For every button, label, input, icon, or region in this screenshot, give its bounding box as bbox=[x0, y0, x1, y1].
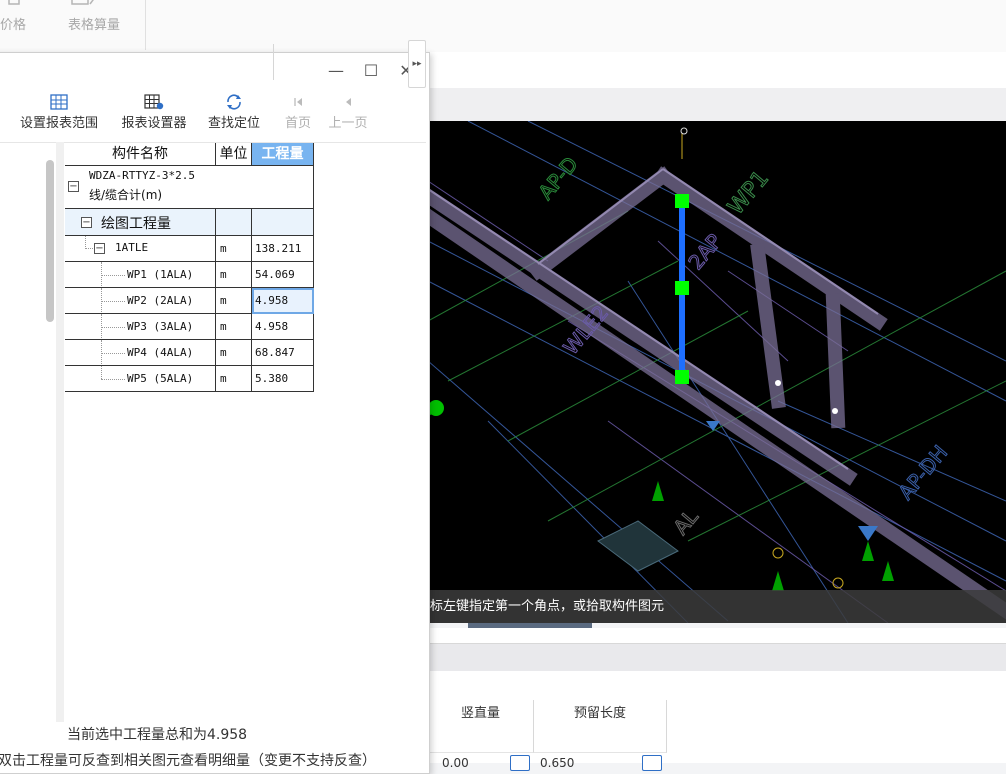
vertical-value[interactable]: 0.00 bbox=[442, 756, 469, 770]
reserved-length-value[interactable]: 0.650 bbox=[540, 756, 574, 770]
subgroup-label: 绘图工程量 bbox=[101, 216, 171, 232]
svg-text:WP1: WP1 bbox=[723, 166, 774, 220]
double-click-tip: 双击工程量可反查到相关图元查看明细量（变更不支持反查） bbox=[0, 753, 376, 769]
grid-settings-icon bbox=[144, 94, 164, 110]
col-header-reserved-length: 预留长度 bbox=[534, 700, 667, 729]
collapse-icon[interactable]: − bbox=[68, 181, 79, 192]
prev-page-label: 上一页 bbox=[328, 116, 368, 131]
col-header-vertical: 竖直量 bbox=[428, 700, 534, 729]
row-name: WP5 (5ALA) bbox=[127, 372, 194, 385]
reserved-length-edit-button[interactable] bbox=[642, 755, 662, 771]
parent-unit: m bbox=[216, 236, 252, 262]
report-settings-button[interactable]: 报表设置器 bbox=[114, 90, 194, 140]
ribbon-table-calc-button[interactable]: 表格算量 bbox=[60, 0, 128, 50]
toolbar-separator bbox=[273, 44, 274, 80]
svg-text:AL: AL bbox=[668, 504, 703, 539]
row-name: WP3 (3ALA) bbox=[127, 320, 194, 333]
row-value[interactable]: 5.380 bbox=[252, 366, 314, 392]
collapse-icon[interactable]: − bbox=[81, 217, 92, 228]
grip-middle[interactable] bbox=[675, 281, 689, 295]
first-page-button[interactable]: 首页 bbox=[280, 90, 316, 140]
viewport-footer bbox=[428, 628, 1006, 643]
subgroup-unit-cell bbox=[216, 209, 252, 236]
ribbon-separator bbox=[145, 0, 146, 50]
row-unit: m bbox=[216, 314, 252, 340]
header-unit: 单位 bbox=[216, 143, 252, 166]
table-row[interactable]: WP3 (3ALA) bbox=[65, 314, 216, 340]
maximize-button[interactable]: ☐ bbox=[361, 63, 381, 79]
row-unit: m bbox=[216, 340, 252, 366]
first-page-icon bbox=[294, 98, 302, 106]
table-row[interactable]: WP2 (2ALA) bbox=[65, 288, 216, 314]
cad-viewport[interactable]: WP1 2AP AP-D WLE2 AP-DH AL bbox=[428, 121, 1006, 623]
grip-bottom[interactable] bbox=[675, 370, 689, 384]
refresh-locate-icon bbox=[227, 94, 241, 110]
subgroup-value-cell bbox=[252, 209, 314, 236]
row-name: WP1 (1ALA) bbox=[127, 268, 194, 281]
set-report-range-button[interactable]: 设置报表范围 bbox=[12, 90, 106, 140]
parent-value[interactable]: 138.211 bbox=[252, 236, 314, 262]
set-report-range-label: 设置报表范围 bbox=[19, 116, 98, 131]
ribbon-price-button[interactable]: 价格 bbox=[0, 0, 40, 50]
group-row[interactable]: − WDZA-RTTYZ-3*2.5 线/缆合计(m) bbox=[65, 166, 314, 209]
svg-text:AP-D: AP-D bbox=[533, 152, 582, 204]
table-calc-icon bbox=[60, 0, 128, 12]
row-unit: m bbox=[216, 288, 252, 314]
prev-page-button[interactable]: 上一页 bbox=[324, 90, 372, 140]
row-name: WP2 (2ALA) bbox=[127, 294, 194, 307]
selected-sum-status: 当前选中工程量总和为4.958 bbox=[67, 727, 248, 743]
find-locate-label: 查找定位 bbox=[207, 116, 260, 131]
ribbon-table-calc-label: 表格算量 bbox=[67, 18, 120, 33]
group-name-line1: WDZA-RTTYZ-3*2.5 bbox=[89, 169, 195, 182]
row-value[interactable]: 54.069 bbox=[252, 262, 314, 288]
command-hint: 标左键指定第一个角点，或拾取构件图元 bbox=[428, 590, 1006, 623]
report-settings-label: 报表设置器 bbox=[121, 116, 187, 131]
parent-row[interactable]: − 1ATLE bbox=[65, 236, 216, 262]
row-value[interactable]: 68.847 bbox=[252, 340, 314, 366]
dialog-titlebar[interactable]: — ☐ ✕ bbox=[0, 53, 429, 89]
ribbon-price-label: 价格 bbox=[0, 18, 27, 33]
table-row bbox=[428, 728, 534, 753]
find-locate-button[interactable]: 查找定位 bbox=[202, 90, 266, 140]
table-row[interactable]: WP5 (5ALA) bbox=[65, 366, 216, 392]
table-row bbox=[534, 728, 667, 753]
toolbar-overflow-button[interactable]: ▸▸ bbox=[408, 40, 426, 88]
price-icon bbox=[0, 0, 40, 12]
table-row[interactable]: WP1 (1ALA) bbox=[65, 262, 216, 288]
vertical-scrollbar[interactable] bbox=[46, 160, 54, 322]
header-quantity: 工程量 bbox=[252, 143, 314, 166]
bottom-panel-bar bbox=[428, 643, 1006, 672]
collapse-icon[interactable]: − bbox=[94, 243, 105, 254]
minimize-button[interactable]: — bbox=[326, 63, 346, 79]
table-row[interactable]: WP4 (4ALA) bbox=[65, 340, 216, 366]
row-value-selected[interactable]: 4.958 bbox=[252, 288, 314, 314]
row-name: WP4 (4ALA) bbox=[127, 346, 194, 359]
row-unit: m bbox=[216, 366, 252, 392]
svg-text:AP-DH: AP-DH bbox=[893, 441, 952, 505]
grip-top[interactable] bbox=[675, 194, 689, 208]
report-toolbar: 设置报表范围 报表设置器 查找定位 首页 上一页 bbox=[0, 88, 426, 143]
cad-drawing: WP1 2AP AP-D WLE2 AP-DH AL bbox=[428, 121, 1006, 623]
parent-name: 1ATLE bbox=[115, 241, 149, 254]
row-unit: m bbox=[216, 262, 252, 288]
group-name-line2: 线/缆合计(m) bbox=[89, 188, 163, 202]
prev-page-icon bbox=[346, 98, 351, 106]
grid-icon bbox=[50, 94, 68, 110]
viewport-toolbar-strip bbox=[428, 88, 1006, 122]
subgroup-row[interactable]: − 绘图工程量 bbox=[65, 209, 216, 236]
first-page-label: 首页 bbox=[284, 116, 311, 131]
row-value[interactable]: 4.958 bbox=[252, 314, 314, 340]
header-component-name: 构件名称 bbox=[65, 143, 216, 166]
main-ribbon: 价格 表格算量 bbox=[0, 0, 1006, 53]
tree-gutter bbox=[56, 142, 64, 722]
vertical-edit-button[interactable] bbox=[510, 755, 530, 771]
